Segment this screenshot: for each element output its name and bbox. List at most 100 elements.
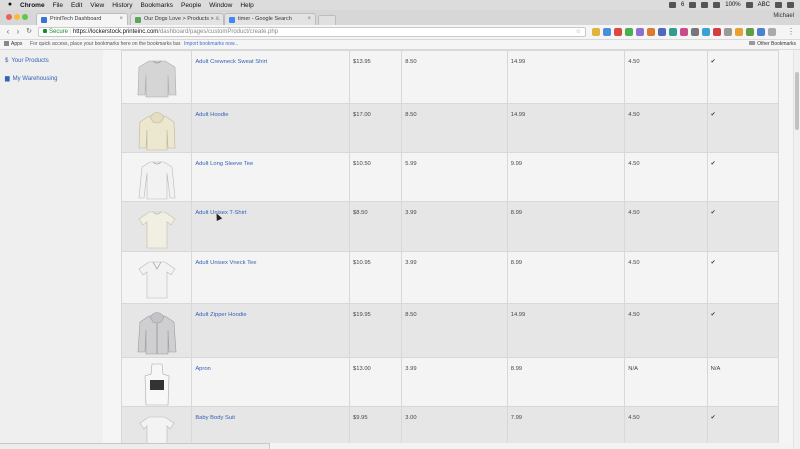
apple-menu-icon[interactable]: ● [6, 1, 14, 9]
battery-percent[interactable]: 100% [725, 2, 740, 8]
extension-icon[interactable] [713, 28, 721, 36]
table-row[interactable]: Adult Crewneck Sweat Shirt $13.95 8.50 14.9… [120, 50, 780, 104]
tab-our-dogs-love[interactable]: Our Dogs Love > Products > ... × [130, 13, 224, 25]
chrome-menu-icon[interactable]: ⋮ [787, 27, 795, 37]
bluetooth-icon[interactable] [701, 2, 709, 8]
bookmarks-bar: Apps For quick access, place your bookma… [0, 40, 800, 50]
dashboard-sidebar: $ Your Products ▆ My Warehousing [0, 50, 104, 449]
menu-people[interactable]: People [181, 2, 201, 9]
product-thumbnail[interactable] [135, 256, 179, 300]
link-status-bar [0, 443, 270, 449]
product-thumbnail[interactable] [135, 206, 179, 250]
product-name-link[interactable]: Adult Long Sleeve Tee [191, 152, 351, 202]
product-price: $10.50 [349, 152, 403, 202]
tab-label: timer - Google Search [238, 16, 292, 22]
other-bookmarks-folder[interactable]: Other Bookmarks [749, 40, 796, 49]
sidebar-item-my-warehousing[interactable]: ▆ My Warehousing [5, 75, 57, 82]
menu-window[interactable]: Window [209, 2, 232, 9]
back-arrow-icon[interactable]: ‹ [3, 27, 13, 37]
product-name-link[interactable]: Adult Crewneck Sweat Shirt [191, 50, 351, 104]
product-name-link[interactable]: Adult Unisex T-Shirt [191, 201, 351, 252]
address-bar[interactable]: Secure | https://lockerstock.printeinc.c… [38, 27, 586, 37]
menu-help[interactable]: Help [240, 2, 253, 9]
extension-icon[interactable] [691, 28, 699, 36]
product-thumbnail[interactable] [135, 108, 179, 152]
close-window-button[interactable] [6, 14, 12, 20]
close-tab-icon[interactable]: × [307, 14, 311, 25]
menu-bookmarks[interactable]: Bookmarks [140, 2, 173, 9]
product-thumbnail[interactable] [135, 157, 179, 201]
extension-icon[interactable] [724, 28, 732, 36]
sidebar-item-your-products[interactable]: $ Your Products [5, 58, 49, 64]
menu-history[interactable]: History [112, 2, 132, 9]
product-name-link[interactable]: Adult Zipper Hoodie [191, 303, 351, 358]
close-tab-icon[interactable]: × [119, 14, 123, 25]
product-value: 4.50 [624, 303, 708, 358]
extension-icon[interactable] [636, 28, 644, 36]
cloud-icon[interactable] [689, 2, 697, 8]
lock-icon [43, 29, 47, 33]
menu-file[interactable]: File [53, 2, 63, 9]
apps-shortcut[interactable]: Apps [4, 40, 22, 49]
wifi-icon[interactable] [713, 2, 721, 8]
extension-icon[interactable] [768, 28, 776, 36]
tab-favicon [229, 17, 235, 23]
table-row[interactable]: Adult Unisex Vneck Tee $10.95 3.99 8.99 4.50… [120, 251, 780, 304]
table-row[interactable]: Apron $13.00 3.99 8.99 N/A N/A [120, 357, 780, 407]
notification-count[interactable]: 6 [681, 2, 684, 8]
minimize-window-button[interactable] [14, 14, 20, 20]
extension-icon[interactable] [603, 28, 611, 36]
profile-button[interactable]: Michael [773, 13, 794, 19]
import-bookmarks-link[interactable]: Import bookmarks now... [184, 40, 238, 49]
tab-favicon [41, 17, 47, 23]
product-thumbnail[interactable] [135, 55, 179, 99]
product-name-link[interactable]: Adult Unisex Vneck Tee [191, 251, 351, 304]
status-app-icon[interactable] [668, 2, 676, 8]
status-area: 6 100% ABC [668, 2, 800, 8]
extension-icon[interactable] [757, 28, 765, 36]
product-name-link[interactable]: Apron [191, 357, 351, 407]
table-row[interactable]: Adult Zipper Hoodie $19.95 8.50 14.99 4.50 ✔ [120, 303, 780, 358]
product-thumbnail[interactable] [135, 308, 179, 356]
forward-arrow-icon[interactable]: › [13, 27, 23, 37]
table-row[interactable]: Adult Hoodie $17.00 8.50 14.99 4.50 ✔ [120, 103, 780, 153]
extension-icon[interactable] [625, 28, 633, 36]
extension-icon[interactable] [647, 28, 655, 36]
extension-icon[interactable] [658, 28, 666, 36]
product-price: $13.95 [349, 50, 403, 104]
product-thumbnail[interactable] [135, 411, 179, 443]
menu-app-chrome[interactable]: Chrome [20, 2, 45, 9]
product-status: ✔ [706, 103, 780, 153]
product-value: 7.99 [506, 406, 626, 443]
zoom-window-button[interactable] [22, 14, 28, 20]
scrollbar-thumb[interactable] [795, 72, 799, 130]
search-icon[interactable] [775, 2, 782, 8]
extension-icon[interactable] [702, 28, 710, 36]
product-value: 4.50 [624, 201, 708, 252]
mac-menu-bar: ● Chrome File Edit View History Bookmark… [0, 0, 800, 10]
extension-icon[interactable] [614, 28, 622, 36]
table-row[interactable]: Baby Body Suit $9.95 3.00 7.99 4.50 ✔ [120, 406, 780, 443]
product-thumbnail[interactable] [135, 362, 179, 406]
extension-icon[interactable] [746, 28, 754, 36]
close-tab-icon[interactable]: × [215, 14, 219, 25]
bookmark-star-icon[interactable]: ☆ [576, 28, 581, 36]
tab-google-search[interactable]: timer - Google Search × [224, 13, 316, 25]
extension-icon[interactable] [680, 28, 688, 36]
other-bookmarks-label: Other Bookmarks [757, 41, 796, 47]
extension-icon[interactable] [669, 28, 677, 36]
reload-icon[interactable]: ↻ [24, 27, 34, 37]
input-source[interactable]: ABC [758, 2, 770, 8]
extension-icon[interactable] [592, 28, 600, 36]
list-icon[interactable] [787, 2, 794, 8]
page-scrollbar[interactable] [793, 50, 800, 449]
menu-view[interactable]: View [90, 2, 104, 9]
extension-icon[interactable] [735, 28, 743, 36]
product-name-link[interactable]: Adult Hoodie [191, 103, 351, 153]
table-row[interactable]: Adult Unisex T-Shirt $8.50 3.99 8.99 4.50 ✔ [120, 201, 780, 252]
product-name-link[interactable]: Baby Body Suit [191, 406, 351, 443]
battery-icon[interactable] [745, 2, 753, 8]
menu-edit[interactable]: Edit [71, 2, 82, 9]
table-row[interactable]: Adult Long Sleeve Tee $10.50 5.99 9.99 4.50 ✔ [120, 152, 780, 202]
tab-printtech-dashboard[interactable]: PrintTech Dashboard × [36, 13, 128, 25]
